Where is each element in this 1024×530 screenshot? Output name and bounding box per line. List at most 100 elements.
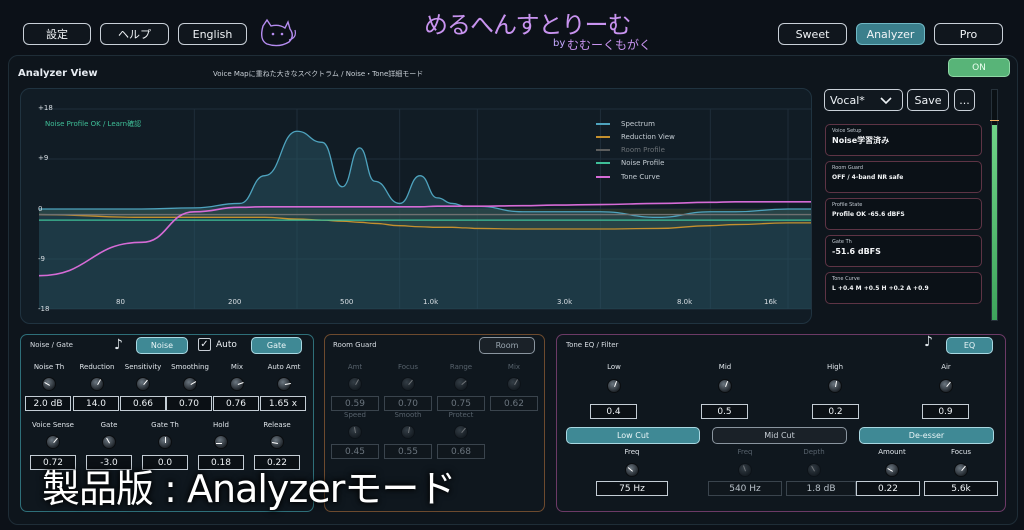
mode-sweet-button[interactable]: Sweet — [778, 23, 847, 45]
info-card-voice-setup: Voice Setup Noise学習済み — [825, 124, 982, 156]
reduction-value[interactable]: 14.0 — [73, 396, 119, 411]
mode-analyzer-button[interactable]: Analyzer — [856, 23, 925, 45]
room-smooth-value[interactable]: 0.55 — [384, 444, 432, 459]
eq-air-knob[interactable] — [939, 379, 953, 393]
eq-high-knob[interactable] — [828, 379, 842, 393]
low-cut-freq-value[interactable]: 75 Hz — [596, 481, 668, 496]
low-cut-button[interactable]: Low Cut — [566, 427, 700, 444]
de-esser-button[interactable]: De-esser — [859, 427, 994, 444]
knob-label: Speed — [344, 411, 366, 419]
room-smooth-knob[interactable] — [401, 425, 415, 439]
voice-sense-knob[interactable] — [46, 435, 60, 449]
hold-knob[interactable] — [214, 435, 228, 449]
music-note-icon: ♪ — [924, 334, 933, 350]
noise-toggle-button[interactable]: Noise — [136, 337, 188, 354]
noise-gate-title: Noise / Gate — [30, 341, 73, 349]
auto-amt-value[interactable]: 1.65 x — [260, 396, 306, 411]
mid-cut-button[interactable]: Mid Cut — [712, 427, 847, 444]
de-esser-focus-value[interactable]: 5.6k — [924, 481, 998, 496]
eq-low-knob[interactable] — [607, 379, 621, 393]
eq-mid-knob[interactable] — [718, 379, 732, 393]
de-esser-amount-knob[interactable] — [885, 463, 899, 477]
preset-select[interactable]: Vocal* — [824, 89, 903, 111]
knob-label: Freq — [624, 448, 640, 456]
sensitivity-value[interactable]: 0.66 — [120, 396, 166, 411]
knob-label: Depth — [803, 448, 825, 456]
reduction-knob[interactable] — [90, 377, 104, 391]
room-amt-knob[interactable] — [348, 377, 362, 391]
mid-cut-depth-value[interactable]: 1.8 dB — [786, 481, 856, 496]
room-protect-knob[interactable] — [454, 425, 468, 439]
auto-checkbox[interactable]: ✓ — [198, 338, 211, 351]
gate-th-knob[interactable] — [158, 435, 172, 449]
room-range-knob[interactable] — [454, 377, 468, 391]
card-value: Noise学習済み — [832, 136, 890, 145]
eq-air-value[interactable]: 0.9 — [922, 404, 969, 419]
room-amt-value[interactable]: 0.59 — [331, 396, 379, 411]
settings-button[interactable]: 設定 — [23, 23, 91, 45]
knob-label: Air — [941, 363, 951, 371]
room-range-value[interactable]: 0.75 — [437, 396, 485, 411]
room-focus-value[interactable]: 0.70 — [384, 396, 432, 411]
mid-cut-freq-knob[interactable] — [738, 463, 752, 477]
cat-mascot-icon — [255, 16, 299, 50]
smoothing-knob[interactable] — [183, 377, 197, 391]
info-card-gate-th: Gate Th -51.6 dBFS — [825, 235, 982, 267]
auto-label: Auto — [216, 340, 237, 350]
x-tick-label: 3.0k — [557, 298, 573, 306]
room-focus-knob[interactable] — [401, 377, 415, 391]
more-button[interactable]: ... — [954, 89, 975, 111]
sensitivity-knob[interactable] — [136, 377, 150, 391]
mix-knob[interactable] — [230, 377, 244, 391]
power-on-button[interactable]: ON — [948, 58, 1010, 77]
info-card-profile-state: Profile State Profile OK -65.6 dBFS — [825, 198, 982, 230]
knob-label: Voice Sense — [32, 421, 74, 429]
gate-toggle-button[interactable]: Gate — [251, 337, 302, 354]
de-esser-focus-knob[interactable] — [954, 463, 968, 477]
room-speed-value[interactable]: 0.45 — [331, 444, 379, 459]
mid-cut-depth-knob[interactable] — [807, 463, 821, 477]
x-tick-label: 500 — [340, 298, 354, 306]
de-esser-amount-value[interactable]: 0.22 — [856, 481, 920, 496]
legend-label: Room Profile — [621, 146, 665, 154]
mix-value[interactable]: 0.76 — [213, 396, 259, 411]
eq-toggle-button[interactable]: EQ — [946, 337, 993, 354]
music-note-icon: ♪ — [114, 337, 123, 353]
eq-high-value[interactable]: 0.2 — [812, 404, 859, 419]
low-cut-freq-knob[interactable] — [625, 463, 639, 477]
tone-eq-title: Tone EQ / Filter — [566, 341, 619, 349]
room-protect-value[interactable]: 0.68 — [437, 444, 485, 459]
logo-by: by — [553, 38, 566, 49]
knob-label: High — [826, 363, 844, 371]
legend-swatch — [596, 176, 610, 178]
auto-amt-knob[interactable] — [277, 377, 291, 391]
mid-cut-freq-value[interactable]: 540 Hz — [708, 481, 782, 496]
panel-subtitle: Voice Mapに重ねた大きなスペクトラム / Noise・Tone詳細モード — [213, 70, 424, 78]
knob-label: Release — [263, 421, 291, 429]
help-button[interactable]: ヘルプ — [100, 23, 169, 45]
eq-mid-value[interactable]: 0.5 — [701, 404, 748, 419]
eq-low-value[interactable]: 0.4 — [590, 404, 637, 419]
noise-th-knob[interactable] — [42, 377, 56, 391]
room-mix-knob[interactable] — [507, 377, 521, 391]
smoothing-value[interactable]: 0.70 — [166, 396, 212, 411]
knob-label: Freq — [737, 448, 753, 456]
mode-pro-button[interactable]: Pro — [934, 23, 1003, 45]
room-toggle-button[interactable]: Room — [479, 337, 535, 354]
release-knob[interactable] — [270, 435, 284, 449]
room-mix-value[interactable]: 0.62 — [490, 396, 538, 411]
level-meter — [990, 89, 999, 321]
english-button[interactable]: English — [178, 23, 247, 45]
save-preset-button[interactable]: Save — [907, 89, 949, 111]
level-meter-fill — [992, 124, 997, 320]
card-value: Profile OK -65.6 dBFS — [832, 211, 905, 218]
card-value: -51.6 dBFS — [832, 247, 881, 256]
knob-label: Mix — [507, 363, 521, 371]
gate-knob[interactable] — [102, 435, 116, 449]
knob-label: Gate Th — [151, 421, 179, 429]
room-speed-knob[interactable] — [348, 425, 362, 439]
x-tick-label: 200 — [228, 298, 242, 306]
x-tick-label: 80 — [116, 298, 125, 306]
knob-label: Range — [449, 363, 473, 371]
noise-th-value[interactable]: 2.0 dB — [25, 396, 71, 411]
